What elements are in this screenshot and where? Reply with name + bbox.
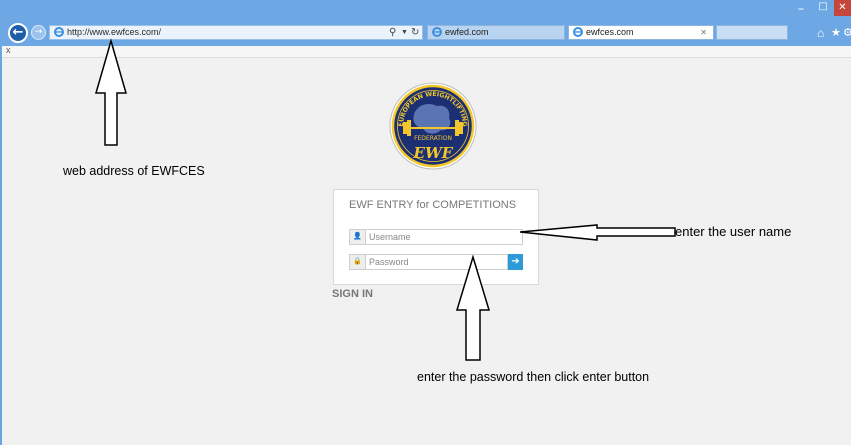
annotation-password: enter the password then click enter butt… [417,370,650,384]
arrow-up-address [95,38,127,146]
annotation-address: web address of EWFCES [63,164,205,178]
annotation-username: enter the user name [675,224,792,239]
arrow-up-password [455,254,491,361]
arrow-left-username [519,224,676,241]
